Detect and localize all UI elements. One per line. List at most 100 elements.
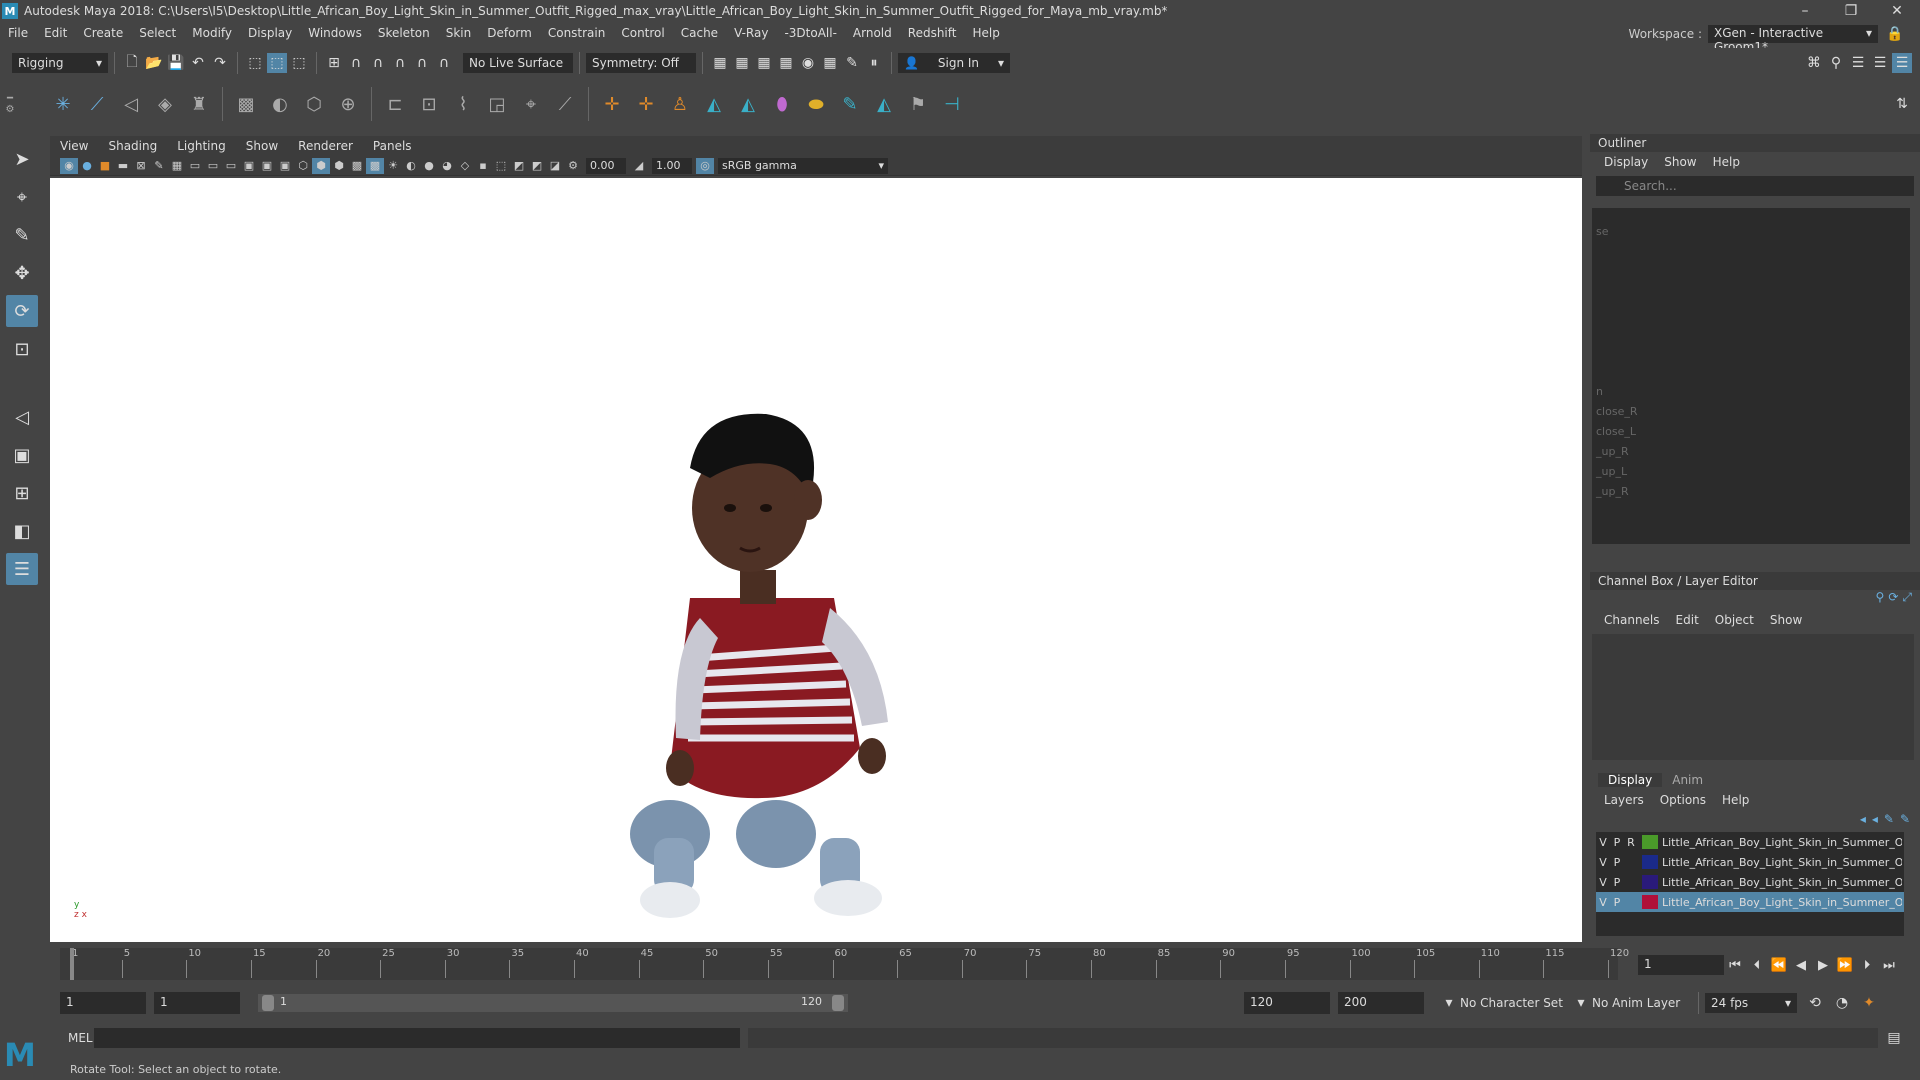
viewport-menu-show[interactable]: Show bbox=[236, 139, 288, 153]
select-tool-icon[interactable]: ➤ bbox=[6, 143, 38, 175]
tab-display[interactable]: Display bbox=[1598, 773, 1663, 787]
animation-end-field[interactable]: 200 bbox=[1338, 992, 1424, 1014]
layer-row[interactable]: V P R Little_African_Boy_Light_Skin_in_S… bbox=[1596, 832, 1904, 852]
viewport-menu-renderer[interactable]: Renderer bbox=[288, 139, 363, 153]
layer-visibility[interactable]: V bbox=[1596, 896, 1610, 909]
go-to-start-icon[interactable]: ⏮ bbox=[1724, 958, 1746, 973]
move-layer-down-icon[interactable]: ◂ bbox=[1872, 812, 1878, 826]
minimize-button[interactable]: – bbox=[1782, 0, 1828, 22]
motion-blur-icon[interactable]: ● bbox=[420, 158, 438, 174]
viewport-menu-lighting[interactable]: Lighting bbox=[167, 139, 236, 153]
outliner-item[interactable]: close_L bbox=[1592, 422, 1910, 442]
menu-windows[interactable]: Windows bbox=[300, 26, 370, 40]
restore-button[interactable]: ❐ bbox=[1828, 0, 1874, 22]
wireframe-on-shaded-icon[interactable]: ⬢ bbox=[330, 158, 348, 174]
cluster-icon[interactable]: ⊏ bbox=[380, 89, 410, 119]
snap-point-icon[interactable]: ∩ bbox=[368, 53, 388, 73]
four-view-icon[interactable]: ⊞ bbox=[6, 477, 38, 509]
sculpt-deformer-icon[interactable]: ◲ bbox=[482, 89, 512, 119]
viewport-canvas[interactable]: y z x bbox=[50, 178, 1582, 942]
image-plane-icon[interactable]: ▬ bbox=[114, 158, 132, 174]
xray-components-icon[interactable]: ◩ bbox=[528, 158, 546, 174]
playback-end-field[interactable]: 120 bbox=[1244, 992, 1330, 1014]
pause-viewport-icon[interactable]: ⏸ bbox=[864, 53, 884, 73]
light-editor-icon[interactable]: ✎ bbox=[842, 53, 862, 73]
render-setup-icon[interactable]: ▦ bbox=[820, 53, 840, 73]
menu-deform[interactable]: Deform bbox=[479, 26, 540, 40]
wrap-icon[interactable]: ⊕ bbox=[333, 89, 363, 119]
script-editor-icon[interactable]: ▤ bbox=[1884, 1028, 1904, 1048]
menu-file[interactable]: File bbox=[0, 26, 36, 40]
channel-box-menu-channels[interactable]: Channels bbox=[1596, 613, 1668, 627]
layer-color-swatch[interactable] bbox=[1642, 835, 1658, 849]
outliner-item[interactable]: se bbox=[1592, 222, 1910, 242]
menu-skin[interactable]: Skin bbox=[438, 26, 480, 40]
last-tool-icon[interactable]: ◁ bbox=[6, 401, 38, 433]
field-chart-icon[interactable]: ▣ bbox=[240, 158, 258, 174]
gate-mask-icon[interactable]: ▭ bbox=[222, 158, 240, 174]
step-back-frame-icon[interactable]: ⏴ bbox=[1746, 958, 1768, 973]
bookmark-icon[interactable]: ■ bbox=[96, 158, 114, 174]
gamma-icon[interactable]: ◢ bbox=[630, 158, 648, 174]
layer-menu-help[interactable]: Help bbox=[1714, 793, 1757, 807]
viewport-menu-view[interactable]: View bbox=[50, 139, 98, 153]
viewport-menu-shading[interactable]: Shading bbox=[98, 139, 167, 153]
single-perspective-icon[interactable]: ▣ bbox=[6, 439, 38, 471]
snap-grid-icon[interactable]: ⊞ bbox=[324, 53, 344, 73]
new-scene-icon[interactable]: 🗋 bbox=[122, 53, 142, 73]
outliner-menu-display[interactable]: Display bbox=[1596, 155, 1656, 169]
outliner-menu-help[interactable]: Help bbox=[1705, 155, 1748, 169]
menu-constrain[interactable]: Constrain bbox=[540, 26, 614, 40]
lasso-tool-icon[interactable]: ⌖ bbox=[6, 181, 38, 213]
new-layer-icon[interactable]: ✎ bbox=[1884, 812, 1894, 826]
resolution-gate-icon[interactable]: ▭ bbox=[204, 158, 222, 174]
set-driven-key-icon[interactable]: ⚑ bbox=[903, 89, 933, 119]
outliner-item[interactable]: _up_R bbox=[1592, 482, 1910, 502]
layer-playback[interactable]: P bbox=[1610, 896, 1624, 909]
script-language-toggle[interactable]: MEL bbox=[44, 1031, 94, 1045]
channel-box-area[interactable] bbox=[1592, 634, 1914, 760]
select-hierarchy-icon[interactable]: ⬚ bbox=[245, 53, 265, 73]
character-set-icon[interactable]: ▾ bbox=[1439, 993, 1459, 1013]
layer-visibility[interactable]: V bbox=[1596, 876, 1610, 889]
step-forward-frame-icon[interactable]: ⏵ bbox=[1856, 958, 1878, 973]
tab-anim[interactable]: Anim bbox=[1662, 773, 1713, 787]
gamma-field[interactable]: 1.00 bbox=[652, 157, 692, 174]
outliner-item[interactable]: _up_L bbox=[1592, 462, 1910, 482]
outliner-item[interactable]: n bbox=[1592, 382, 1910, 402]
orient-constraint-icon[interactable]: ◭ bbox=[733, 89, 763, 119]
smooth-shade-icon[interactable]: ⬢ bbox=[312, 157, 330, 174]
film-gate-icon[interactable]: ▭ bbox=[186, 158, 204, 174]
select-object-icon[interactable]: ⬚ bbox=[267, 53, 287, 73]
depth-of-field-icon[interactable]: ◇ bbox=[456, 158, 474, 174]
animation-start-field[interactable]: 1 bbox=[60, 992, 146, 1014]
layer-color-swatch[interactable] bbox=[1642, 855, 1658, 869]
menuset-dropdown[interactable]: Rigging ▾ bbox=[12, 53, 108, 73]
attribute-editor-icon[interactable]: ☰ bbox=[1848, 53, 1868, 73]
menu-cache[interactable]: Cache bbox=[673, 26, 726, 40]
save-scene-icon[interactable]: 💾 bbox=[166, 53, 186, 73]
grid-icon[interactable]: ▦ bbox=[168, 158, 186, 174]
lattice-icon[interactable]: ⬡ bbox=[299, 89, 329, 119]
character-set-label[interactable]: No Character Set bbox=[1460, 996, 1570, 1010]
outliner-item[interactable]: close_R bbox=[1592, 402, 1910, 422]
tool-settings-icon[interactable]: ☰ bbox=[1870, 53, 1890, 73]
playback-start-field[interactable]: 1 bbox=[154, 992, 240, 1014]
mirror-joint-icon[interactable]: ◈ bbox=[150, 89, 180, 119]
grease-pencil-icon[interactable]: ✎ bbox=[150, 158, 168, 174]
range-end-handle[interactable] bbox=[832, 995, 844, 1011]
geometry-constraint-icon[interactable]: ◭ bbox=[869, 89, 899, 119]
channel-box-menu-edit[interactable]: Edit bbox=[1668, 613, 1707, 627]
color-management-icon[interactable]: ◎ bbox=[696, 157, 714, 174]
persp-outliner-icon[interactable]: ◧ bbox=[6, 515, 38, 547]
channel-box-icon[interactable]: ☰ bbox=[1892, 53, 1912, 73]
xray-icon[interactable]: ⬚ bbox=[492, 158, 510, 174]
menu-modify[interactable]: Modify bbox=[184, 26, 240, 40]
select-camera-icon[interactable]: ◉ bbox=[60, 157, 78, 174]
ik-spline-icon[interactable]: ◁ bbox=[116, 89, 146, 119]
wireframe-icon[interactable]: ⬡ bbox=[294, 158, 312, 174]
character-controls-icon[interactable]: ⚲ bbox=[1826, 53, 1846, 73]
menu-create[interactable]: Create bbox=[75, 26, 131, 40]
anti-aliasing-icon[interactable]: ◕ bbox=[438, 158, 456, 174]
aim-constraint-icon[interactable]: ◭ bbox=[699, 89, 729, 119]
